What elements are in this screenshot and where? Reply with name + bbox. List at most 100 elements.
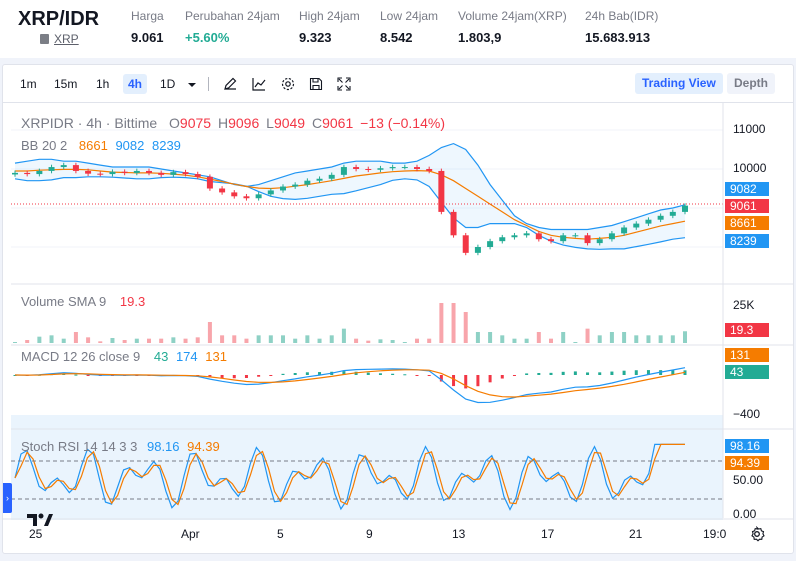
candle-body bbox=[633, 223, 640, 228]
trading-view-button[interactable]: Trading View bbox=[635, 73, 723, 94]
stat-label: Volume 24jam(XRP) bbox=[458, 9, 567, 23]
price-tick: 10000 bbox=[733, 161, 767, 175]
chart-settings-gear-icon[interactable] bbox=[749, 526, 765, 542]
volume-bar bbox=[317, 338, 322, 343]
macd-hist-tag: 43 bbox=[725, 365, 769, 379]
macd-hist-bar bbox=[74, 374, 78, 376]
candle-body bbox=[97, 173, 104, 175]
volume-bar bbox=[549, 338, 553, 343]
volume-bar bbox=[13, 342, 17, 343]
stoch-tick: 0.00 bbox=[733, 507, 757, 521]
timeframe-4h[interactable]: 4h bbox=[123, 74, 148, 94]
stat-price: Harga 9.061 bbox=[131, 9, 164, 45]
macd-hist-bar bbox=[573, 371, 577, 375]
document-icon bbox=[40, 34, 49, 44]
high-value: 9096 bbox=[228, 115, 260, 131]
timeframe-15m[interactable]: 15m bbox=[49, 74, 82, 94]
stat-label: High 24jam bbox=[299, 9, 360, 23]
volume-bar bbox=[25, 340, 30, 343]
indicators-icon[interactable] bbox=[251, 76, 267, 92]
volume-bar bbox=[427, 338, 432, 343]
stat-value: 9.323 bbox=[299, 30, 332, 45]
candle-body bbox=[316, 178, 323, 181]
time-tick: Apr bbox=[181, 527, 200, 541]
stoch-d-value: 94.39 bbox=[187, 439, 220, 454]
time-tick: 17 bbox=[541, 527, 555, 541]
candle-body bbox=[292, 184, 299, 187]
stoch-d-tag: 94.39 bbox=[725, 456, 769, 470]
fullscreen-icon[interactable] bbox=[336, 76, 352, 92]
coin-info-link[interactable]: XRP bbox=[40, 32, 79, 46]
stoch-k-tag: 98.16 bbox=[725, 439, 769, 453]
candle-body bbox=[426, 169, 433, 171]
macd-hist-bar bbox=[378, 373, 382, 375]
macd-signal-tag: 131 bbox=[725, 348, 769, 362]
close-value: 9061 bbox=[322, 115, 354, 131]
volume-bar bbox=[475, 332, 480, 343]
volume-bar bbox=[439, 303, 444, 343]
volume-value: 19.3 bbox=[119, 294, 146, 309]
candle-body bbox=[60, 165, 67, 168]
macd-hist-bar bbox=[610, 371, 614, 375]
candle-body bbox=[450, 211, 457, 236]
tradingview-logo-icon[interactable] bbox=[25, 508, 55, 532]
candle-body bbox=[535, 233, 542, 240]
candle-body bbox=[377, 168, 384, 170]
candle-body bbox=[36, 170, 43, 175]
volume-bar bbox=[561, 332, 566, 343]
candle-body bbox=[548, 239, 554, 242]
volume-label: Volume SMA 9 bbox=[21, 294, 107, 309]
settings-gear-icon[interactable] bbox=[280, 76, 296, 92]
candle-body bbox=[645, 219, 652, 224]
timeframe-1m[interactable]: 1m bbox=[15, 74, 42, 94]
candle-body bbox=[48, 167, 55, 171]
stat-label: Harga bbox=[131, 9, 164, 23]
candle-body bbox=[584, 235, 591, 244]
volume-bar bbox=[232, 335, 237, 343]
macd-hist-bar bbox=[86, 375, 90, 376]
price-tick: 11000 bbox=[733, 122, 766, 136]
macd-hist-bar bbox=[281, 373, 285, 375]
volume-bar bbox=[122, 340, 127, 343]
volume-bar bbox=[37, 336, 42, 343]
timeframe-1d[interactable]: 1D bbox=[155, 74, 180, 94]
candle-body bbox=[158, 172, 165, 175]
time-tick: 13 bbox=[452, 527, 466, 541]
volume-bar bbox=[451, 303, 456, 343]
timeframe-dropdown-icon[interactable] bbox=[184, 77, 196, 93]
stat-value: 15.683.913 bbox=[585, 30, 651, 45]
save-icon[interactable] bbox=[308, 76, 324, 92]
volume-bar bbox=[159, 338, 164, 343]
volume-bar bbox=[622, 332, 627, 343]
chart-area[interactable]: XRPIDR · 4h · Bittime O9075 H9096 L9049 … bbox=[3, 103, 794, 554]
time-tick: 5 bbox=[277, 527, 284, 541]
volume-bar bbox=[207, 322, 212, 343]
volume-bar bbox=[98, 341, 103, 343]
open-value: 9075 bbox=[179, 115, 212, 131]
macd-line bbox=[14, 367, 686, 404]
volume-bar bbox=[646, 335, 651, 343]
scroll-left-arrow-icon[interactable]: › bbox=[3, 483, 12, 513]
draw-pencil-icon[interactable] bbox=[222, 76, 238, 92]
low-key: L bbox=[266, 115, 274, 131]
candle-body bbox=[682, 205, 688, 212]
volume-bar bbox=[244, 338, 249, 343]
macd-hist-bar bbox=[488, 375, 492, 383]
bb-label: BB 20 2 bbox=[21, 138, 68, 153]
candle-body bbox=[621, 227, 628, 234]
stat-volume: Volume 24jam(XRP) 1.803,9 bbox=[458, 9, 567, 45]
candle-body bbox=[231, 192, 238, 197]
volume-bar bbox=[488, 332, 493, 343]
stat-value: 8.542 bbox=[380, 30, 413, 45]
price-chart[interactable] bbox=[3, 103, 794, 554]
time-tick: 21 bbox=[629, 527, 643, 541]
timeframe-1h[interactable]: 1h bbox=[91, 74, 114, 94]
depth-button[interactable]: Depth bbox=[727, 73, 775, 94]
candle-body bbox=[560, 235, 567, 242]
macd-hist-bar bbox=[427, 375, 431, 376]
volume-bar bbox=[500, 335, 505, 343]
volume-bar bbox=[86, 337, 91, 343]
volume-bar bbox=[195, 337, 200, 343]
market-header: XRP/IDR XRP Harga 9.061 Perubahan 24jam … bbox=[0, 0, 796, 58]
macd-hist-bar bbox=[561, 371, 565, 375]
